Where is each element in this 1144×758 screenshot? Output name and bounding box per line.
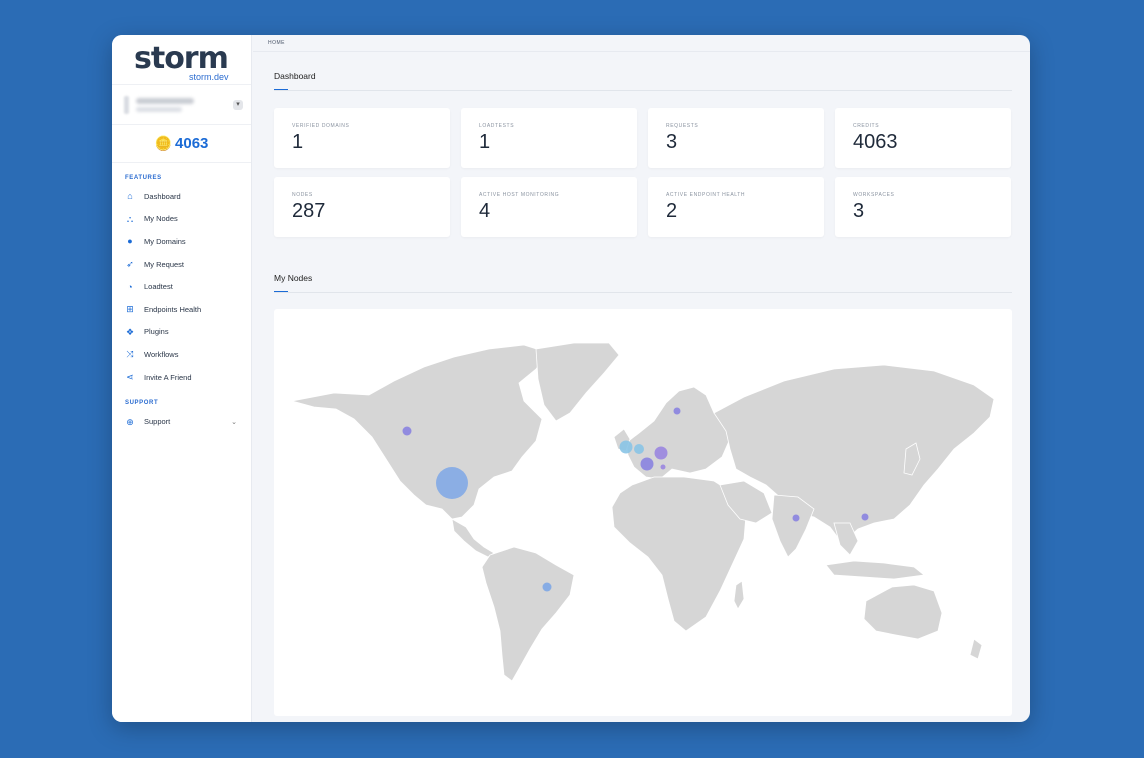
stat-card-credits: CREDITS 4063	[835, 108, 1011, 168]
page-title: Dashboard	[274, 71, 316, 81]
sidebar-item-my-domains[interactable]: ● My Domains	[112, 230, 251, 253]
node-marker-brazil[interactable]	[542, 582, 552, 592]
new-zealand-landmass	[969, 638, 983, 660]
random-icon: ⤨	[126, 349, 134, 360]
account-selector[interactable]	[112, 85, 251, 125]
stat-card-active-host-monitoring: ACTIVE HOST MONITORING 4	[461, 177, 637, 237]
stat-value: 3	[666, 131, 678, 153]
node-marker-sweden[interactable]	[673, 407, 681, 415]
stat-card-requests: REQUESTS 3	[648, 108, 824, 168]
sidebar-item-endpoints-health[interactable]: ⊞ Endpoints Health	[112, 298, 251, 321]
world-map-svg	[291, 342, 995, 682]
account-name-redacted	[136, 98, 194, 104]
sidebar-item-plugins[interactable]: ❖ Plugins	[112, 321, 251, 344]
home-icon: ⌂	[127, 191, 133, 202]
indonesia-landmass	[825, 560, 925, 580]
app-window: storm storm.dev ▾ 🪙 4063 FEATURES ⌂ Dash…	[112, 35, 1030, 722]
sidebar-item-loadtest[interactable]: ◔ Loadtest	[112, 275, 251, 298]
share-icon: ⋖	[126, 372, 134, 383]
sidebar-item-my-nodes[interactable]: ⛬ My Nodes	[112, 208, 251, 231]
sidebar-item-label: Endpoints Health	[144, 304, 202, 314]
coins-icon: 🪙	[154, 135, 173, 151]
sidebar-item-label: Plugins	[144, 327, 169, 337]
sidebar-item-dashboard[interactable]: ⌂ Dashboard	[112, 185, 251, 208]
node-marker-canada[interactable]	[402, 426, 412, 436]
stat-value: 1	[479, 131, 491, 153]
stat-value: 1	[292, 131, 304, 153]
chevron-down-icon[interactable]: ▾	[233, 100, 243, 110]
madagascar-landmass	[733, 580, 745, 610]
stat-value: 4	[479, 200, 491, 222]
stat-label: VERIFIED DOMAINS	[292, 123, 350, 129]
sitemap-icon: ⛬	[126, 213, 134, 224]
node-marker-uk[interactable]	[634, 444, 644, 454]
sidebar-item-label: Support	[144, 417, 171, 427]
brand-logo[interactable]: storm storm.dev	[112, 35, 251, 85]
node-marker-germany[interactable]	[654, 446, 668, 460]
globe-icon: ●	[127, 236, 133, 247]
sidebar-item-label: My Domains	[144, 236, 186, 246]
stat-card-workspaces: WORKSPACES 3	[835, 177, 1011, 237]
sidebar-item-my-request[interactable]: ➶ My Request	[112, 253, 251, 276]
south-america-landmass	[481, 546, 575, 682]
stat-value: 287	[292, 200, 326, 222]
north-america-landmass	[291, 344, 550, 520]
stat-label: LOADTESTS	[479, 123, 515, 129]
sidebar: storm storm.dev ▾ 🪙 4063 FEATURES ⌂ Dash…	[112, 35, 252, 722]
credits-value: 4063	[175, 135, 209, 152]
sidebar-item-label: Invite A Friend	[144, 372, 192, 382]
continents	[291, 342, 995, 682]
features-section-title: FEATURES	[125, 175, 162, 181]
stat-label: NODES	[292, 192, 313, 198]
stat-card-verified-domains: VERIFIED DOMAINS 1	[274, 108, 450, 168]
stat-label: ACTIVE HOST MONITORING	[479, 192, 560, 198]
stat-card-nodes: NODES 287	[274, 177, 450, 237]
sidebar-item-label: Workflows	[144, 349, 179, 359]
sidebar-item-label: Dashboard	[144, 191, 181, 201]
chevron-down-icon: ⌄	[231, 418, 237, 426]
node-marker-hong-kong[interactable]	[861, 513, 869, 521]
breadcrumb[interactable]: HOME	[253, 35, 1030, 52]
node-marker-italy[interactable]	[660, 464, 666, 470]
stat-label: ACTIVE ENDPOINT HEALTH	[666, 192, 746, 198]
section-divider	[274, 292, 1012, 293]
stat-value: 3	[853, 200, 865, 222]
rocket-icon: ➶	[126, 259, 134, 270]
sidebar-item-workflows[interactable]: ⤨ Workflows	[112, 343, 251, 366]
central-america-landmass	[451, 518, 495, 558]
brand-name: storm	[134, 41, 229, 76]
avatar	[124, 96, 129, 114]
medkit-icon: ⊞	[126, 304, 134, 315]
main-content: HOME Dashboard VERIFIED DOMAINS 1 LOADTE…	[253, 35, 1030, 722]
nodes-section-title: My Nodes	[274, 273, 313, 283]
sidebar-item-label: Loadtest	[144, 282, 173, 292]
stat-card-active-endpoint-health: ACTIVE ENDPOINT HEALTH 2	[648, 177, 824, 237]
lifebuoy-icon: ⊕	[126, 416, 134, 427]
stat-value: 4063	[853, 131, 898, 153]
stat-value: 2	[666, 200, 678, 222]
stat-card-loadtests: LOADTESTS 1	[461, 108, 637, 168]
stat-label: CREDITS	[853, 123, 880, 129]
stat-label: WORKSPACES	[853, 192, 895, 198]
node-marker-india[interactable]	[792, 514, 800, 522]
india-landmass	[771, 494, 815, 558]
node-marker-ireland[interactable]	[619, 440, 633, 454]
sidebar-item-invite-a-friend[interactable]: ⋖ Invite A Friend	[112, 366, 251, 389]
sidebar-item-label: My Request	[144, 259, 185, 269]
node-marker-france[interactable]	[640, 457, 654, 471]
sidebar-item-support[interactable]: ⊕ Support ⌄	[112, 410, 251, 433]
stat-label: REQUESTS	[666, 123, 699, 129]
support-section-title: SUPPORT	[125, 400, 159, 407]
greenland-landmass	[535, 342, 620, 422]
account-email-redacted	[136, 107, 182, 112]
australia-landmass	[863, 584, 943, 640]
clock-icon: ◔	[127, 281, 133, 292]
sidebar-item-label: My Nodes	[144, 214, 178, 224]
nodes-world-map[interactable]	[274, 309, 1012, 716]
cubes-icon: ❖	[125, 326, 135, 337]
credits-balance: 🪙 4063	[112, 125, 251, 163]
section-divider	[274, 90, 1012, 91]
brand-domain: storm.dev	[189, 72, 229, 82]
node-marker-united-states[interactable]	[436, 467, 468, 499]
